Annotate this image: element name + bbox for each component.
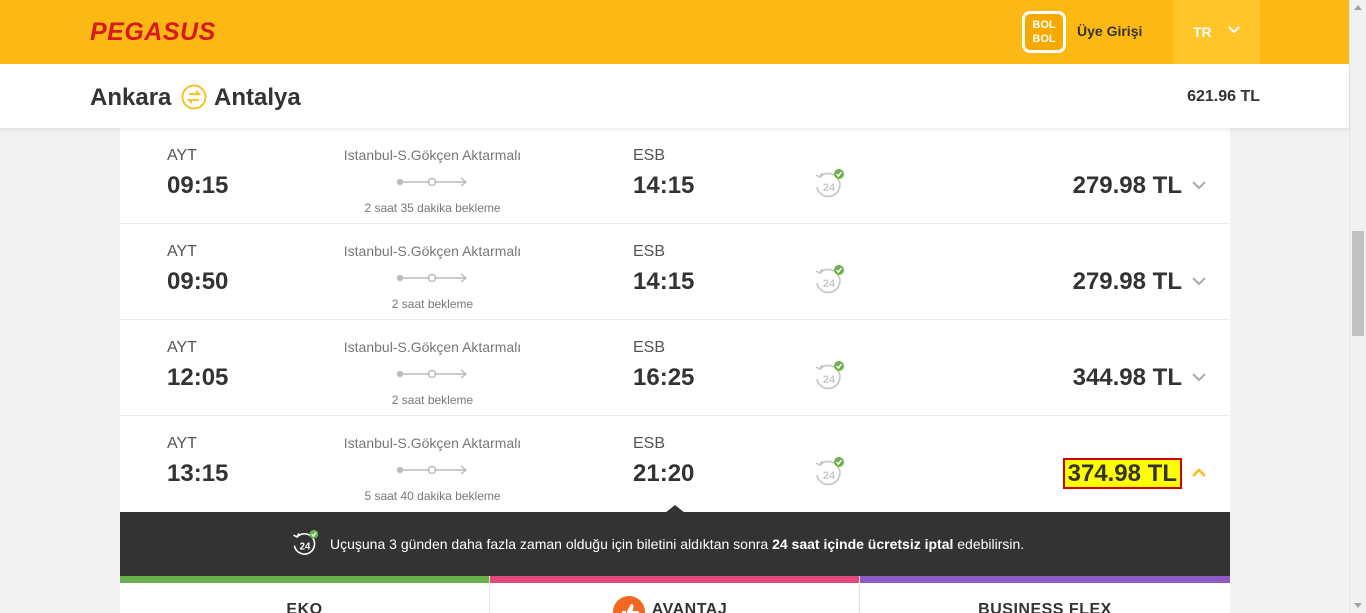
arrival-code: ESB (633, 147, 666, 164)
departure-time: 09:50 (167, 268, 229, 295)
arrival-time: 14:15 (633, 268, 695, 295)
fare-options: EKO AVANTAJ BUSINESS FLEX (120, 576, 1230, 613)
flight-price: 374.98 TL (1020, 458, 1182, 489)
swap-arrows-icon[interactable] (181, 84, 207, 110)
departure-time: 13:15 (167, 460, 229, 487)
scroll-thumb[interactable] (1352, 231, 1364, 336)
member-login-link[interactable]: Üye Girişi (1077, 23, 1142, 39)
fare-color-bar (490, 576, 859, 583)
flight-row[interactable]: AYT 12:05 Istanbul-S.Gökçen Aktarmalı 2 … (120, 320, 1230, 416)
arrival-code: ESB (633, 435, 666, 452)
page-scrollbar[interactable] (1349, 0, 1366, 613)
message-highlight: 24 saat içinde ücretsiz iptal (772, 536, 954, 552)
layover-duration: 2 saat bekleme (391, 297, 474, 311)
fare-name: BUSINESS FLEX (978, 601, 1112, 613)
destination-city: Antalya (214, 84, 301, 111)
flight-row[interactable]: AYT 09:50 Istanbul-S.Gökçen Aktarmalı 2 … (120, 224, 1230, 320)
message-text: Uçuşuna 3 günden daha fazla zaman olduğu… (330, 536, 773, 552)
chevron-up-icon[interactable] (1191, 466, 1207, 480)
chevron-down-icon[interactable] (1191, 178, 1207, 192)
flight-price: 279.98 TL (1020, 172, 1182, 200)
arrival-code: ESB (633, 243, 666, 260)
24h-free-cancel-icon: 24 (815, 457, 844, 486)
24h-free-cancel-icon: 24 (815, 265, 844, 294)
arrival-time: 21:20 (633, 460, 695, 487)
price-value: 279.98 TL (1072, 268, 1182, 295)
total-price: 621.96 TL (1187, 88, 1260, 105)
language-label: TR (1193, 24, 1212, 40)
banner-pointer (665, 505, 685, 513)
fare-name: EKO (286, 601, 323, 613)
fare-color-bar (860, 576, 1230, 583)
chevron-down-icon[interactable] (1191, 274, 1207, 288)
flight-row[interactable]: AYT 09:15 Istanbul-S.Gökçen Aktarmalı 2 … (120, 128, 1230, 224)
fare-card-business-flex[interactable]: BUSINESS FLEX (860, 576, 1230, 613)
departure-code: AYT (167, 243, 197, 260)
departure-code: AYT (167, 339, 197, 356)
pegasus-logo[interactable]: PEGASUS (90, 18, 216, 47)
24h-free-cancel-icon: 24 (293, 529, 319, 555)
departure-code: AYT (167, 147, 197, 164)
fare-card-avantaj[interactable]: AVANTAJ (490, 576, 860, 613)
24h-free-cancel-icon: 24 (815, 361, 844, 390)
layover-duration: 2 saat 35 dakika bekleme (364, 201, 501, 215)
chevron-down-icon[interactable] (1191, 370, 1207, 384)
free-cancel-message: Uçuşuna 3 günden daha fazla zaman olduğu… (330, 536, 1024, 552)
svg-text:24: 24 (823, 182, 836, 194)
transfer-info: Istanbul-S.Gökçen Aktarmalı (343, 339, 522, 355)
fare-card-eko[interactable]: EKO (120, 576, 490, 613)
free-cancel-info-banner: 24 Uçuşuna 3 günden daha fazla zaman old… (120, 505, 1230, 576)
flight-price: 344.98 TL (1020, 364, 1182, 392)
route-line-icon (396, 273, 468, 283)
departure-time: 09:15 (167, 172, 229, 199)
route-summary-bar: Ankara Antalya 621.96 TL (0, 64, 1349, 128)
top-header: PEGASUS BOL BOL Üye Girişi TR (0, 0, 1349, 64)
transfer-info: Istanbul-S.Gökçen Aktarmalı (343, 243, 522, 259)
chevron-down-icon (1228, 26, 1240, 34)
scroll-up-arrow[interactable] (1354, 5, 1362, 10)
24h-free-cancel-icon: 24 (815, 169, 844, 198)
route-line-icon (396, 465, 468, 475)
route-line-icon (396, 177, 468, 187)
arrival-time: 16:25 (633, 364, 695, 391)
transfer-info: Istanbul-S.Gökçen Aktarmalı (343, 435, 522, 451)
transfer-info: Istanbul-S.Gökçen Aktarmalı (343, 147, 522, 163)
layover-duration: 2 saat bekleme (391, 393, 474, 407)
price-value: 279.98 TL (1072, 172, 1182, 199)
language-selector[interactable]: TR (1173, 0, 1260, 64)
svg-text:24: 24 (823, 470, 836, 482)
price-value: 344.98 TL (1072, 364, 1182, 391)
fare-name: AVANTAJ (651, 601, 728, 613)
svg-text:24: 24 (823, 278, 836, 290)
svg-text:24: 24 (823, 374, 836, 386)
departure-code: AYT (167, 435, 197, 452)
bolbol-label: BOL BOL (1032, 19, 1056, 45)
departure-time: 12:05 (167, 364, 229, 391)
scroll-down-arrow[interactable] (1354, 603, 1362, 608)
arrival-time: 14:15 (633, 172, 695, 199)
layover-duration: 5 saat 40 dakika bekleme (364, 489, 501, 503)
arrival-code: ESB (633, 339, 666, 356)
origin-city: Ankara (90, 84, 172, 111)
route-line-icon (396, 369, 468, 379)
message-end: edebilirsin. (953, 536, 1025, 552)
price-value-highlighted: 374.98 TL (1062, 458, 1182, 489)
bolbol-logo[interactable]: BOL BOL (1022, 11, 1066, 53)
flight-price: 279.98 TL (1020, 268, 1182, 296)
flight-row-selected[interactable]: AYT 13:15 Istanbul-S.Gökçen Aktarmalı 5 … (120, 416, 1230, 512)
fare-color-bar (120, 576, 489, 583)
svg-text:24: 24 (300, 541, 311, 552)
